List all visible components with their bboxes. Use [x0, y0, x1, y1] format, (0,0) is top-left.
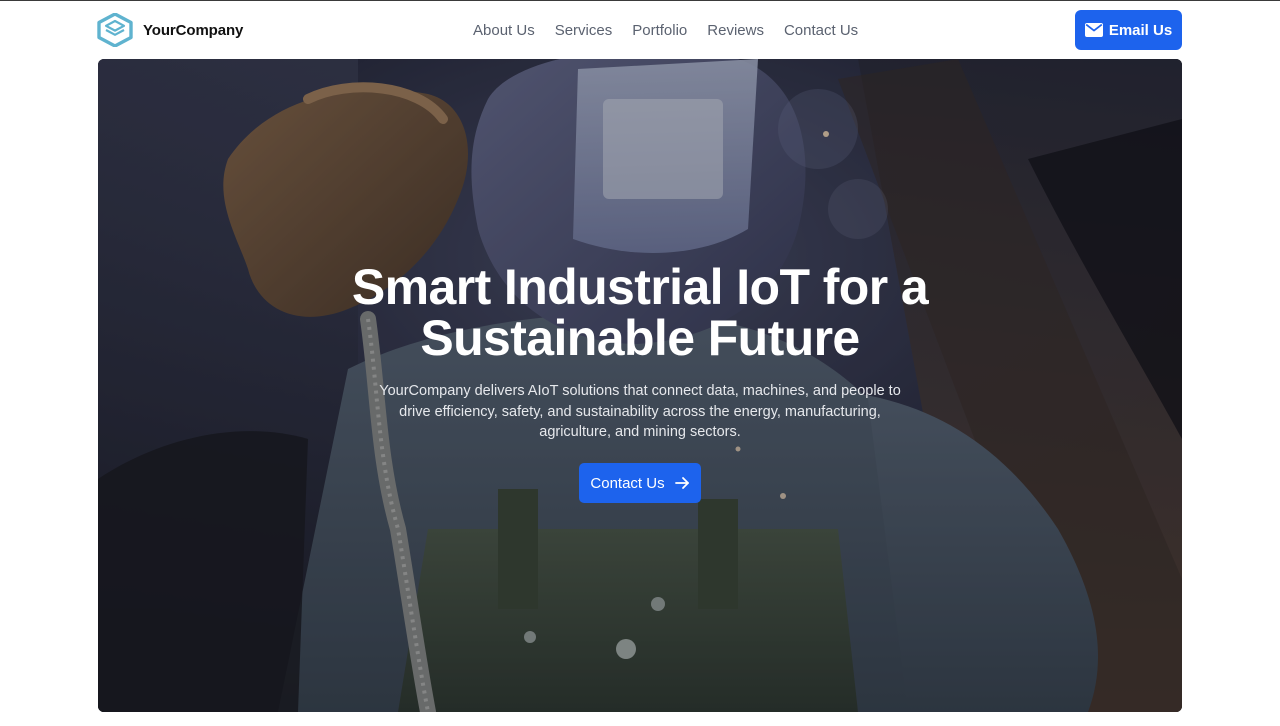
envelope-icon: [1084, 23, 1103, 37]
brand-name: YourCompany: [143, 21, 244, 39]
nav-link-services[interactable]: Services: [555, 22, 613, 39]
email-us-label: Email Us: [1108, 21, 1173, 39]
nav-link-reviews[interactable]: Reviews: [707, 22, 764, 39]
cube-icon: [97, 13, 133, 47]
nav-link-about-us[interactable]: About Us: [473, 22, 535, 39]
hero-contact-label: Contact Us: [590, 474, 665, 492]
nav-link-contact-us[interactable]: Contact Us: [784, 22, 858, 39]
hero-contact-button[interactable]: Contact Us: [579, 463, 701, 503]
hero-section: Smart Industrial IoT for a Sustainable F…: [98, 59, 1182, 712]
main-nav: About Us Services Portfolio Reviews Cont…: [473, 1, 858, 59]
nav-link-portfolio[interactable]: Portfolio: [632, 22, 687, 39]
site-header: YourCompany About Us Services Portfolio …: [0, 1, 1280, 59]
brand-link[interactable]: YourCompany: [97, 13, 243, 47]
email-us-button[interactable]: Email Us: [1075, 10, 1182, 50]
hero-content: Smart Industrial IoT for a Sustainable F…: [98, 59, 1182, 712]
hero-subtitle: YourCompany delivers AIoT solutions that…: [379, 383, 901, 440]
arrow-right-icon: [674, 477, 689, 489]
hero-title: Smart Industrial IoT for a Sustainable F…: [351, 259, 929, 366]
